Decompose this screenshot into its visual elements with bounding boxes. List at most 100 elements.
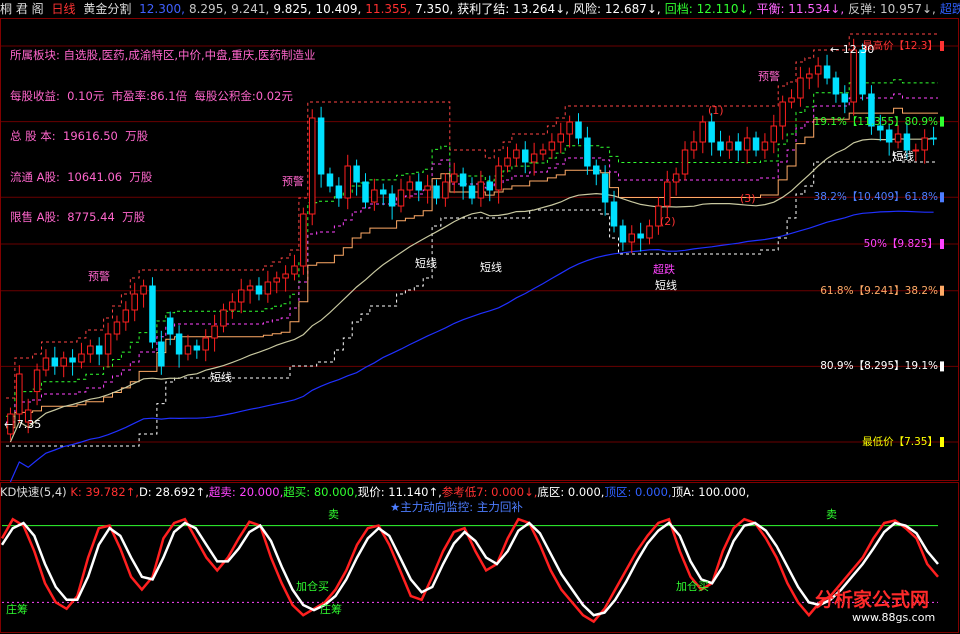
candle-body: [149, 285, 156, 343]
candle-body: [859, 49, 866, 95]
candle-body: [442, 181, 449, 199]
accumulate-signal: 庄筹: [6, 603, 28, 616]
candle-body: [468, 185, 476, 199]
candle-body: [371, 189, 378, 203]
candle-body: [255, 285, 263, 295]
kd-value: K: 39.782↑,: [70, 485, 139, 499]
kd-value: 参考低7: 0.000↓,: [441, 485, 538, 499]
wave-number: (3): [740, 192, 756, 205]
candle-body: [246, 285, 254, 291]
period-label[interactable]: 日线: [51, 2, 75, 16]
chart-header: 桐 君 阁 日线 黄金分割 12.300, 8.295, 9.241, 9.825, 1…: [0, 0, 960, 18]
candle-body: [601, 173, 609, 203]
candle-body: [530, 153, 538, 163]
kd-value: 现价: 11.140↑,: [357, 485, 442, 499]
candle-body: [921, 137, 928, 151]
candle-body: [326, 173, 334, 187]
candle-body: [743, 137, 751, 151]
level-marker: [940, 116, 944, 127]
kd-k-line: [0, 517, 939, 624]
candle-body: [273, 277, 280, 283]
kd-value: 顶区: 0.000,: [604, 485, 672, 499]
candle-body: [752, 137, 760, 151]
warning-label: 预警: [88, 270, 110, 283]
candle-body: [362, 181, 369, 203]
candle-body: [184, 345, 192, 355]
indicator-values: 12.300, 8.295, 9.241, 9.825, 10.409, 11.355, 7…: [139, 2, 960, 16]
kd-value: 底区: 0.000,: [537, 485, 605, 499]
candle-body: [202, 337, 209, 351]
price-level-label: 50%【9.825】: [863, 238, 938, 250]
candle-body: [166, 317, 174, 335]
candle-body: [264, 281, 272, 295]
kd-values: K: 39.782↑,D: 28.692↑,超卖: 20.000,超买: 80.…: [70, 485, 749, 499]
candle-body: [894, 133, 902, 143]
candle-body: [708, 121, 715, 143]
info-line: 每股收益: 0.10元 市盈率:86.1倍 每股公积金:0.02元: [10, 88, 293, 103]
candle-body: [95, 345, 103, 355]
header-value: 11.355,: [365, 2, 412, 16]
kd-title[interactable]: KD快速(5,4): [0, 485, 67, 499]
short-line-label: 短线: [480, 261, 502, 274]
header-value: 回档: 12.110↓,: [664, 2, 753, 16]
candle-body: [140, 285, 147, 295]
candle-body: [557, 133, 565, 143]
price-level-label: 80.9%【8.295】19.1%: [820, 360, 938, 373]
header-value: 10.409,: [315, 2, 362, 16]
level-marker: [940, 192, 944, 203]
level-marker: [940, 41, 944, 51]
candle-body: [459, 173, 467, 187]
candle-body: [504, 157, 511, 167]
candle-body: [424, 185, 431, 191]
candle-body: [237, 289, 245, 303]
candle-body: [539, 149, 547, 155]
candle-body: [735, 141, 742, 151]
accumulate-signal: 庄筹: [320, 603, 342, 616]
header-value: 7.350,: [415, 2, 454, 16]
candle-body: [699, 121, 707, 143]
kd-value: 超卖: 20.000,: [208, 485, 284, 499]
candle-body: [229, 301, 236, 311]
candle-body: [646, 225, 653, 239]
short-line-label: 短线: [655, 279, 677, 292]
candle-body: [353, 165, 360, 183]
candle-body: [291, 265, 298, 275]
warning-label: 预警: [758, 70, 780, 83]
candle-body: [122, 309, 130, 323]
candle-body: [16, 373, 23, 415]
indicator-name[interactable]: 黄金分割: [83, 2, 131, 16]
candle-body: [282, 273, 289, 279]
candle-body: [770, 125, 778, 143]
candle-body: [717, 141, 724, 151]
candle-body: [761, 141, 769, 151]
short-line-label: 短线: [415, 257, 437, 270]
short-line-label: 短线: [892, 150, 914, 163]
candle-body: [317, 117, 325, 175]
candle-body: [726, 141, 733, 151]
wave-number: (2): [660, 215, 676, 228]
add-position-signal: 加仓买: [296, 580, 329, 593]
candle-body: [397, 189, 405, 207]
watermark-site: www.88gs.com: [852, 611, 936, 624]
candle-body: [60, 357, 67, 367]
level-marker: [940, 239, 944, 249]
candle-body: [779, 101, 786, 127]
add-position-signal: 加仓买: [676, 580, 709, 593]
high-price-marker: ← 12.30: [830, 43, 875, 56]
candle-body: [628, 233, 636, 243]
kd-header: KD快速(5,4) K: 39.782↑,D: 28.692↑,超卖: 20.0…: [0, 484, 960, 500]
candle-body: [33, 369, 41, 393]
candle-body: [522, 149, 529, 163]
header-value: 平衡: 11.534↓,: [756, 2, 845, 16]
candle-body: [87, 345, 94, 355]
info-line: 所属板块: 自选股,医药,成渝特区,中价,中盘,重庆,医药制造业: [10, 48, 316, 62]
candle-body: [477, 181, 485, 199]
price-level-label: 19.1%【11.355】80.9%: [813, 115, 938, 128]
header-value: 反弹: 10.957↓,: [848, 2, 936, 16]
level-marker: [940, 361, 944, 372]
low-price-marker: ← 7.35: [4, 418, 42, 431]
candle-body: [690, 141, 698, 151]
candle-body: [841, 93, 849, 103]
candle-body: [575, 121, 582, 139]
kd-value: 超买: 80.000,: [283, 485, 358, 499]
